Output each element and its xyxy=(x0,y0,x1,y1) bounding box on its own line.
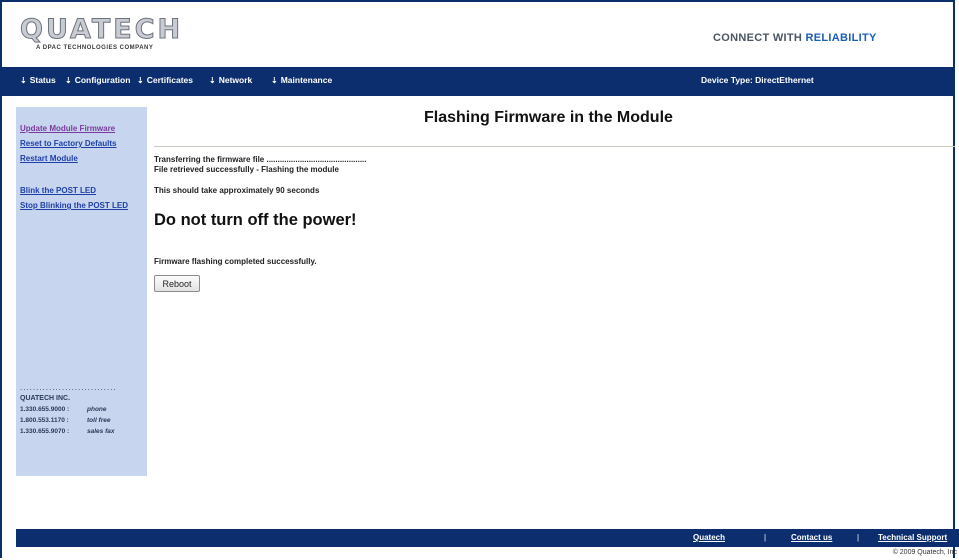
logo-subtitle: A DPAC TECHNOLOGIES COMPANY xyxy=(36,45,154,51)
nav-item-status[interactable]: ⇣ Status xyxy=(20,75,56,85)
footer-separator: | xyxy=(857,533,860,542)
nav-item-maintenance[interactable]: ⇣ Maintenance xyxy=(271,75,332,85)
nav-item-label: Network xyxy=(218,75,253,85)
tagline-prefix: CONNECT WITH xyxy=(713,32,806,44)
tagline: CONNECT WITH RELIABILITY xyxy=(713,32,877,44)
sidebar-link-restart-module[interactable]: Restart Module xyxy=(20,154,78,163)
reboot-button[interactable]: Reboot xyxy=(154,275,200,292)
nav-item-label: Status xyxy=(29,75,56,85)
nav-item-label: Configuration xyxy=(74,75,131,85)
sidebar-link-reset-defaults[interactable]: Reset to Factory Defaults xyxy=(20,139,116,148)
duration-note: This should take approximately 90 second… xyxy=(154,186,320,195)
transfer-status: Transferring the firmware file .........… xyxy=(154,155,367,164)
chevron-down-icon: ⇣ xyxy=(209,76,216,85)
chevron-down-icon: ⇣ xyxy=(137,76,144,85)
footer: Quatech | Contact us | Technical Support xyxy=(16,529,959,547)
nav-item-certificates[interactable]: ⇣ Certificates xyxy=(137,75,193,85)
title-divider xyxy=(154,146,955,147)
contact-label: phone xyxy=(87,406,107,413)
footer-link-contact[interactable]: Contact us xyxy=(791,533,832,542)
sidebar-link-stop-blink-led[interactable]: Stop Blinking the POST LED xyxy=(20,201,128,210)
power-warning: Do not turn off the power! xyxy=(154,211,357,229)
header: QUATECH A DPAC TECHNOLOGIES COMPANY CONN… xyxy=(2,2,953,66)
page-title: Flashing Firmware in the Module xyxy=(424,109,673,126)
sidebar-divider: .............................. xyxy=(20,383,117,392)
contact-sales-fax: 1.330.655.9070 : sales fax xyxy=(20,428,114,435)
contact-label: sales fax xyxy=(87,428,115,435)
contact-number: 1.330.655.9070 : xyxy=(20,428,70,435)
nav-item-label: Maintenance xyxy=(280,75,333,85)
chevron-down-icon: ⇣ xyxy=(65,76,72,85)
contact-label: toll free xyxy=(87,417,111,424)
nav-item-label: Certificates xyxy=(146,75,194,85)
footer-separator: | xyxy=(764,533,767,542)
retrieved-status: File retrieved successfully - Flashing t… xyxy=(154,165,339,174)
company-name: QUATECH INC. xyxy=(20,395,71,402)
contact-number: 1.800.553.1170 : xyxy=(20,417,69,424)
top-nav: ⇣ Status ⇣ Configuration ⇣ Certificates ⇣ Ne… xyxy=(2,67,953,96)
tagline-highlight: RELIABILITY xyxy=(805,32,877,44)
chevron-down-icon: ⇣ xyxy=(271,76,278,85)
footer-link-tech-support[interactable]: Technical Support xyxy=(878,533,947,542)
sidebar-link-update-firmware[interactable]: Update Module Firmware xyxy=(20,124,115,133)
device-type: Device Type: DirectEthernet xyxy=(701,75,814,85)
nav-item-network[interactable]: ⇣ Network xyxy=(209,75,252,85)
chevron-down-icon: ⇣ xyxy=(20,76,27,85)
sidebar-link-blink-led[interactable]: Blink the POST LED xyxy=(20,186,96,195)
quatech-logo: QUATECH xyxy=(19,14,184,46)
footer-link-quatech[interactable]: Quatech xyxy=(693,533,725,542)
copyright: © 2009 Quatech, Inc xyxy=(892,549,957,556)
sidebar: Update Module Firmware Reset to Factory … xyxy=(16,107,147,476)
nav-item-configuration[interactable]: ⇣ Configuration xyxy=(65,75,130,85)
contact-phone: 1.330.655.9000 : phone xyxy=(20,406,107,413)
completion-status: Firmware flashing completed successfully… xyxy=(154,257,317,266)
contact-toll-free: 1.800.553.1170 : toll free xyxy=(20,417,110,424)
contact-number: 1.330.655.9000 : xyxy=(20,406,70,413)
